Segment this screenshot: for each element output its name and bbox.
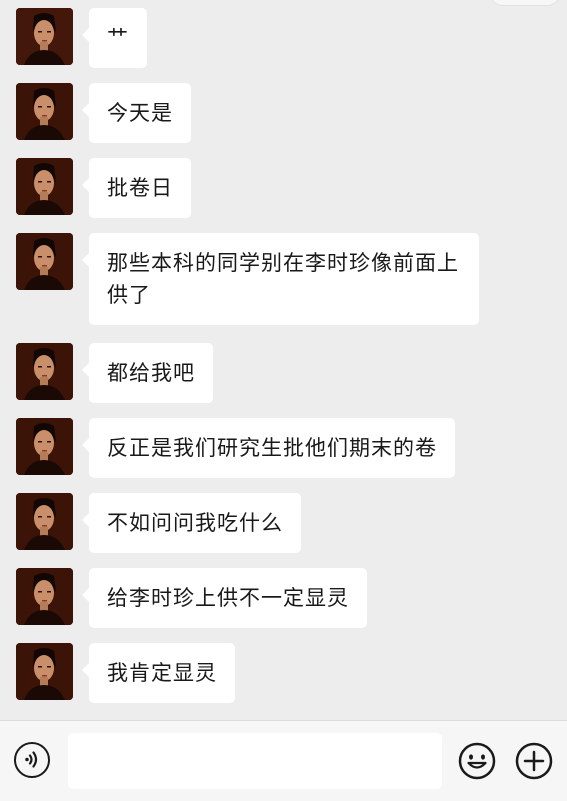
message-bubble[interactable]: 那些本科的同学别在李时珍像前面上供了 (82, 233, 479, 325)
message-input[interactable] (68, 733, 442, 789)
message-bubble[interactable]: 不如问问我吃什么 (82, 493, 301, 553)
plus-icon[interactable] (515, 742, 553, 780)
message-text: 那些本科的同学别在李时珍像前面上供了 (107, 251, 459, 307)
avatar[interactable] (16, 568, 73, 625)
message-text: 艹 (107, 26, 129, 50)
message-text: 我肯定显灵 (107, 661, 217, 685)
message-bubble[interactable]: 批卷日 (82, 158, 191, 218)
message-bubble[interactable]: 给李时珍上供不一定显灵 (82, 568, 367, 628)
message-bubble[interactable]: 艹 (82, 8, 147, 68)
input-bar (0, 720, 567, 801)
avatar[interactable] (16, 8, 73, 65)
top-corner-shape (489, 0, 561, 6)
message-text: 批卷日 (107, 176, 173, 200)
message-text: 今天是 (107, 101, 173, 125)
avatar[interactable] (16, 418, 73, 475)
emoji-icon[interactable] (458, 742, 496, 780)
avatar[interactable] (16, 493, 73, 550)
message-bubble[interactable]: 我肯定显灵 (82, 643, 235, 703)
message-bubble[interactable]: 都给我吧 (82, 343, 213, 403)
message-bubble[interactable]: 反正是我们研究生批他们期末的卷 (82, 418, 455, 478)
message-text: 都给我吧 (107, 361, 195, 385)
chat-area[interactable]: 艹 今天是 批卷日 那些本科的同学别在李时珍像前面上供了 都给我吧 反正是我们研… (0, 0, 567, 720)
message-text: 反正是我们研究生批他们期末的卷 (107, 436, 437, 460)
avatar[interactable] (16, 233, 73, 290)
avatar[interactable] (16, 643, 73, 700)
avatar[interactable] (16, 343, 73, 400)
message-text: 不如问问我吃什么 (107, 511, 283, 535)
avatar[interactable] (16, 83, 73, 140)
message-bubble[interactable]: 今天是 (82, 83, 191, 143)
avatar[interactable] (16, 158, 73, 215)
message-text: 给李时珍上供不一定显灵 (107, 586, 349, 610)
voice-icon[interactable] (14, 742, 50, 778)
